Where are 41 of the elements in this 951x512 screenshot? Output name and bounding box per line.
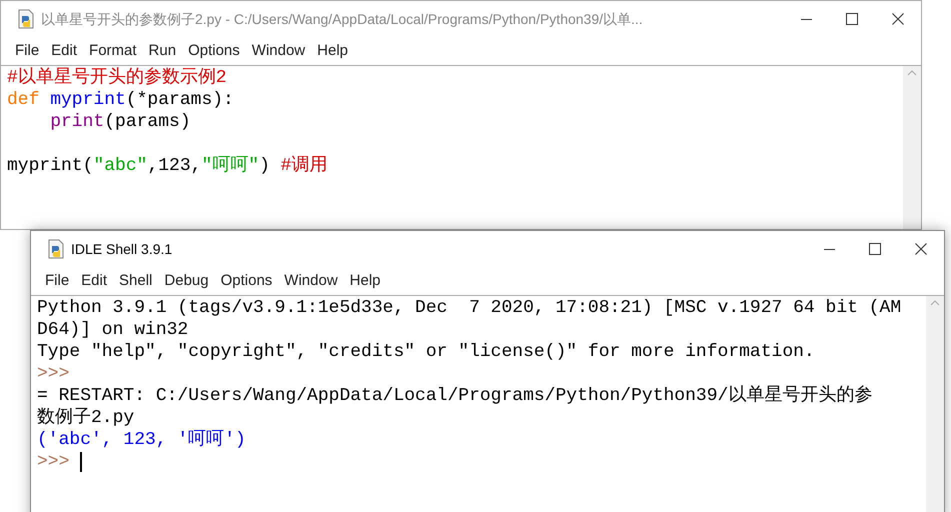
python-file-icon (47, 239, 65, 259)
code-line: print(params) (49, 111, 191, 133)
menu-item[interactable]: Window (246, 40, 312, 62)
code-line: #以单星号开头的参数示例2 (7, 67, 227, 89)
window-title: IDLE Shell 3.9.1 (71, 240, 172, 258)
code-line: Type "help", "copyright", "credits" or "license()" for more information. (37, 341, 815, 363)
menu-item[interactable]: Options (182, 40, 246, 62)
close-icon (915, 243, 927, 255)
menu-item[interactable]: File (39, 270, 76, 292)
menu-item[interactable]: Edit (45, 40, 84, 62)
code-line: 数例子2.py (37, 407, 134, 429)
window-title: 以单星号开头的参数例子2.py - C:/Users/Wang/AppData/Local/Programs/Python/Python39/以单... (41, 10, 643, 29)
scrollbar[interactable] (926, 296, 944, 512)
code-line: def myprint(*params): (7, 89, 234, 111)
menu-item[interactable]: Run (142, 40, 182, 62)
code-line: = RESTART: C:/Users/Wang/AppData/Local/Programs/Python/Python39/以单星号开头的参 (37, 385, 872, 407)
maximize-icon (846, 13, 858, 25)
code-line: D64)] on win32 (37, 319, 188, 341)
scrollbar[interactable] (903, 66, 921, 229)
menu-item[interactable]: Shell (113, 270, 158, 292)
code-line: Python 3.9.1 (tags/v3.9.1:1e5d33e, Dec 7 2020, 17:08:21) [MSC v.1927 64 bit (AM (37, 297, 902, 319)
menu-item[interactable]: Window (278, 270, 344, 292)
maximize-icon (869, 243, 881, 255)
code-line: myprint("abc",123,"呵呵") #调用 (7, 155, 328, 177)
python-file-icon (17, 9, 35, 29)
minimize-icon (824, 248, 834, 250)
minimize-icon (800, 18, 812, 20)
menu-item[interactable]: Format (83, 40, 143, 62)
code-line: >>> (37, 363, 70, 385)
scroll-up-icon (907, 70, 917, 76)
code-editor-area[interactable]: #以单星号开头的参数示例2 def myprint(*params): print(params) myprint("abc",123,"呵呵") #调用 (1, 66, 903, 229)
scroll-up-icon (930, 300, 940, 306)
menu-item[interactable]: Options (214, 270, 278, 292)
menu-item[interactable]: Edit (75, 270, 114, 292)
close-icon (892, 13, 904, 25)
menu-item[interactable]: Help (311, 40, 354, 62)
menu-item[interactable]: Debug (158, 270, 215, 292)
code-line: >>> (37, 451, 70, 473)
code-line: ('abc', 123, '呵呵') (37, 429, 246, 451)
menu-item[interactable]: Help (344, 270, 387, 292)
menu-item[interactable]: File (9, 40, 46, 62)
